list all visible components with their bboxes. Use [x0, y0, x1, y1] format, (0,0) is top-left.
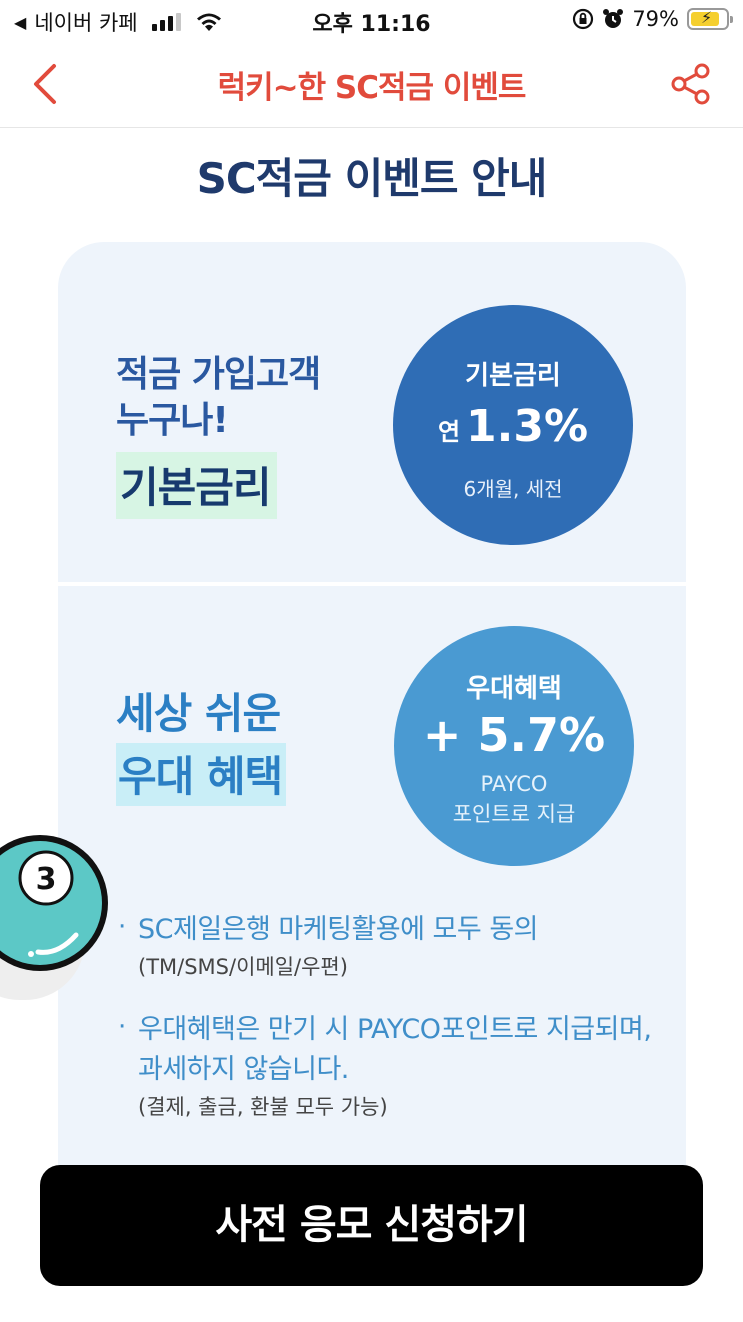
headline-highlight: 기본금리: [116, 452, 277, 519]
status-bar: ◀ 네이버 카페 오후 11:16 79% ⚡: [0, 0, 743, 40]
alarm-icon: [603, 9, 624, 28]
bonus-rate-value: + 5.7%: [422, 708, 606, 762]
rate-prefix: 연: [437, 417, 461, 446]
headline-line-1: 적금 가입고객: [116, 354, 321, 395]
bonus-highlight: 우대 혜택: [116, 743, 287, 806]
section-title: SC적금 이벤트 안내: [196, 154, 548, 203]
note-main: 우대혜택은 만기 시 PAYCO포인트로 지급되며, 과세하지 않습니다.: [138, 1014, 652, 1085]
rate-number: 1.3%: [466, 401, 589, 452]
app-screen: ◀ 네이버 카페 오후 11:16 79% ⚡ 럭키~한 SC적금 이벤트 SC…: [0, 0, 743, 1322]
event-info-card: 적금 가입고객 누구나! 기본금리 기본금리 연 1.3% 6개월, 세전 세상 …: [58, 242, 686, 1242]
note-sub: (TM/SMS/이메일/우편): [138, 955, 348, 979]
bullet-icon: ·: [118, 912, 127, 942]
bonus-line-1: 세상 쉬운: [116, 689, 281, 738]
share-icon[interactable]: [669, 62, 713, 106]
bonus-rate-circle: 우대혜택 + 5.7% PAYCO 포인트로 지급: [394, 626, 634, 866]
note-sub: (결제, 출금, 환불 모두 가능): [138, 1095, 388, 1119]
bullet-icon: ·: [118, 1012, 127, 1042]
note-main: SC제일은행 마케팅활용에 모두 동의: [138, 914, 539, 945]
badge-number: 3: [36, 862, 57, 897]
bonus-rate-sub-2: 포인트로 지급: [452, 802, 576, 826]
headline-line-2: 누구나!: [116, 400, 229, 441]
page-title: 럭키~한 SC적금 이벤트: [217, 70, 527, 106]
battery-percent: 79%: [632, 7, 679, 31]
rotation-lock-icon: [573, 8, 594, 30]
list-item: · 우대혜택은 만기 시 PAYCO포인트로 지급되며, 과세하지 않습니다. …: [116, 1010, 656, 1124]
base-rate-headline: 적금 가입고객 누구나! 기본금리: [116, 352, 321, 519]
base-rate-sub: 6개월, 세전: [463, 477, 563, 501]
list-item: · SC제일은행 마케팅활용에 모두 동의 (TM/SMS/이메일/우편): [116, 910, 656, 984]
base-rate-value: 연 1.3%: [393, 401, 633, 452]
bonus-rate-sub-1: PAYCO: [480, 772, 548, 796]
battery-icon: ⚡: [687, 8, 733, 30]
lucky-ball-badge-icon[interactable]: 3: [0, 830, 113, 975]
base-rate-circle: 기본금리 연 1.3% 6개월, 세전: [393, 305, 633, 545]
bonus-headline: 세상 쉬운 우대 혜택: [116, 687, 287, 806]
pre-apply-button[interactable]: 사전 응모 신청하기: [40, 1165, 703, 1286]
status-right: 79% ⚡: [572, 7, 733, 31]
divider: [58, 582, 686, 586]
nav-bar: 럭키~한 SC적금 이벤트: [0, 40, 743, 128]
base-rate-label: 기본금리: [465, 361, 561, 391]
notes-list: · SC제일은행 마케팅활용에 모두 동의 (TM/SMS/이메일/우편) · …: [116, 910, 656, 1150]
bonus-rate-label: 우대혜택: [466, 674, 562, 704]
